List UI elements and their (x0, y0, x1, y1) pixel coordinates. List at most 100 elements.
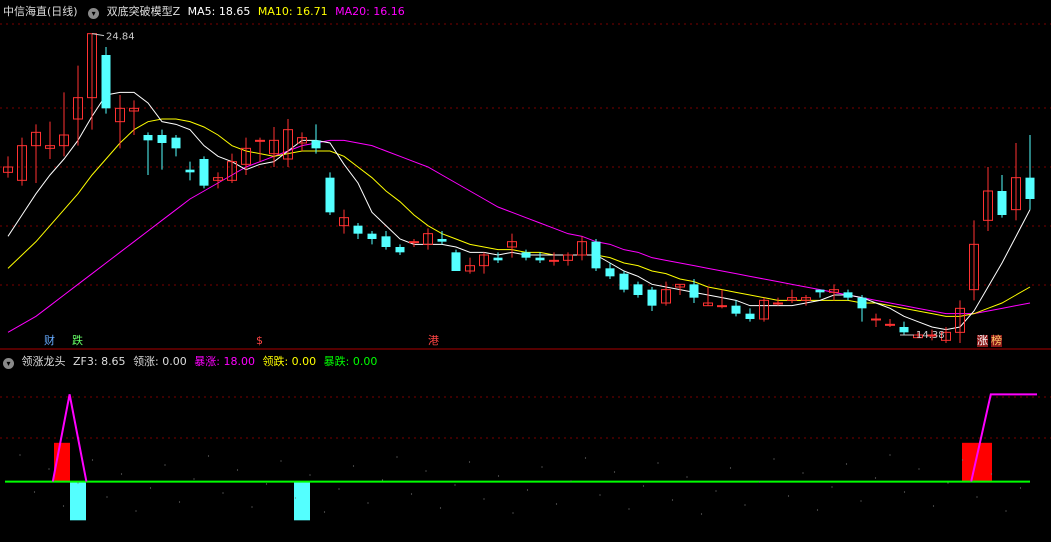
sub-indicator-series (5, 393, 1037, 521)
noise-dot (976, 496, 978, 498)
indicator-name: 双底突破模型Z (106, 5, 181, 18)
noise-dot (468, 461, 471, 463)
noise-dot (381, 479, 384, 481)
noise-dot (193, 478, 195, 480)
candle-body-down (143, 135, 153, 141)
noise-dot (425, 470, 427, 472)
noise-dot (773, 458, 775, 460)
noise-dot (599, 494, 601, 496)
noise-dot (787, 495, 790, 497)
noise-dot (33, 491, 36, 493)
noise-dot (541, 466, 543, 468)
noise-dot (831, 486, 833, 488)
candle-body-down (857, 297, 867, 309)
noise-dot (729, 467, 732, 469)
high-arrow (91, 33, 105, 37)
noise-dot (135, 510, 137, 512)
noise-dot (91, 459, 94, 461)
noise-dot (657, 462, 659, 464)
noise-dot (352, 465, 355, 467)
dropdown-circle-icon[interactable]: ▾ (3, 358, 14, 369)
candlestick-series (3, 33, 1035, 343)
stock-chart-canvas: 24.84 14.38 (0, 23, 1051, 521)
noise-dot (947, 482, 949, 484)
noise-dot (164, 464, 166, 466)
candle-body-down (353, 225, 363, 234)
noise-dot (512, 512, 514, 514)
noise-dot (251, 506, 253, 508)
noise-dot (77, 482, 79, 484)
noise-dot (715, 490, 717, 492)
noise-dot (816, 509, 819, 511)
candle-body-down (633, 284, 643, 295)
baozhang-value: 暴涨: 18.00 (194, 355, 255, 368)
noise-dot (483, 498, 485, 500)
noise-dot (686, 476, 688, 478)
noise-dot (48, 468, 50, 470)
candle-body-down (997, 191, 1007, 215)
noise-dot (555, 503, 558, 505)
noise-dot (932, 505, 935, 507)
noise-dot (584, 457, 587, 459)
baodie-value: 暴跌: 0.00 (323, 355, 378, 368)
noise-dot (62, 505, 65, 507)
main-header: 中信海直(日线) ▾ 双底突破模型Z MA5: 18.65 MA10: 16.7… (3, 3, 409, 19)
candle-body-up (773, 302, 783, 305)
ma10-line (7, 118, 1031, 317)
candle-body-up (255, 139, 265, 142)
noise-dot (338, 488, 340, 490)
sub-indicator-name: 领涨龙头 (21, 355, 66, 368)
candle-body-down (731, 305, 741, 314)
noise-dot (294, 497, 297, 499)
candle-body-down (591, 241, 601, 269)
baozhang-bar (962, 442, 992, 482)
candle-body-down (745, 313, 755, 319)
noise-dot (410, 493, 413, 495)
noise-dot (642, 485, 645, 487)
candle-body-down (899, 327, 909, 333)
noise-dot (628, 508, 630, 510)
lingdie-value: 领跌: 0.00 (262, 355, 317, 368)
ma5-value: MA5: 18.65 (187, 5, 251, 18)
candle-body-down (395, 247, 405, 253)
noise-dot (613, 471, 616, 473)
candle-body-down (647, 289, 657, 306)
candle-body-down (367, 233, 377, 239)
noise-dot (1019, 487, 1022, 489)
noise-dot (396, 456, 398, 458)
candle-body-down (521, 252, 531, 258)
noise-dot (207, 455, 210, 457)
zf3-value: ZF3: 8.65 (73, 355, 126, 368)
noise-dot (222, 492, 224, 494)
noise-dot (990, 473, 993, 475)
candle-body-down (815, 289, 825, 293)
candle-body-down (171, 137, 181, 149)
candle-body-up (717, 305, 727, 308)
grid-lines (0, 23, 1051, 439)
dropdown-circle-icon[interactable]: ▾ (88, 8, 100, 19)
noise-dot (454, 484, 456, 486)
candle-body-down (689, 284, 699, 298)
noise-dot (889, 454, 891, 456)
noise-dot (744, 504, 746, 506)
ma5-line (7, 91, 1031, 331)
candle-body-down (451, 252, 461, 271)
noise-dot (178, 501, 181, 503)
price-annotations: 24.84 14.38 (91, 32, 945, 341)
candle-body-down (535, 257, 545, 261)
noise-dot (309, 474, 311, 476)
candle-body-down (605, 268, 615, 277)
candle-body-up (549, 259, 559, 262)
noise-dot (106, 496, 108, 498)
candle-body-down (311, 140, 321, 149)
marker-dollar: $ (256, 334, 263, 347)
noise-dot (19, 454, 21, 456)
candle-body-down (1025, 177, 1035, 199)
noise-dot (367, 502, 369, 504)
noise-dot (265, 483, 268, 485)
noise-dot (845, 463, 848, 465)
noise-dot (439, 507, 442, 509)
baodie-bar (70, 481, 86, 521)
noise-dot (700, 513, 703, 515)
candle-body-down (157, 135, 167, 143)
